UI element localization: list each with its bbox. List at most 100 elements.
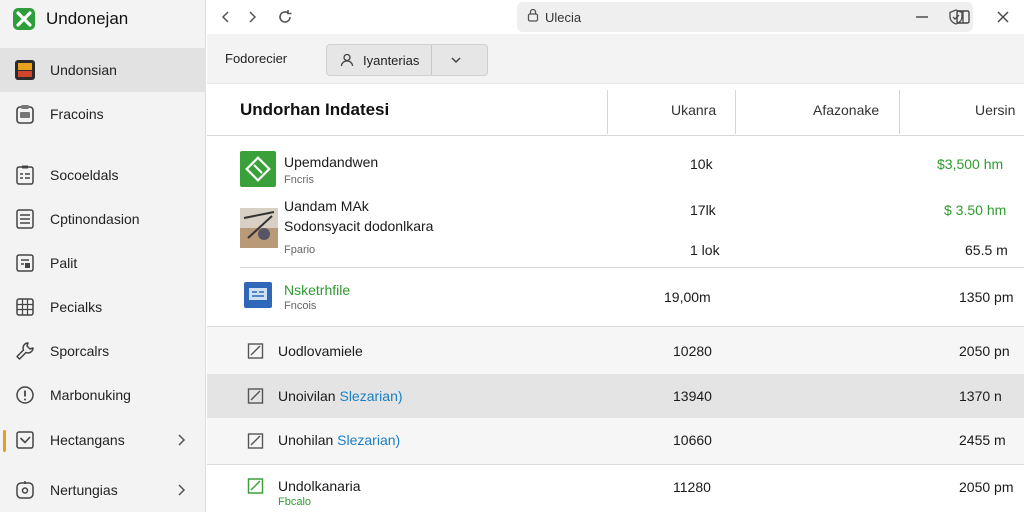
row-uersin-value-secondary: 65.5 m bbox=[965, 242, 1008, 258]
divider bbox=[431, 45, 432, 75]
row-uersin-value: 1350 pm bbox=[959, 289, 1014, 305]
column-divider bbox=[735, 90, 736, 134]
row-uersin-value: $3,500 hm bbox=[937, 156, 1004, 172]
row-ukanra-value: 17lk bbox=[690, 202, 716, 218]
sidebar-item-hectangans[interactable]: Hectangans bbox=[0, 418, 206, 462]
chevron-right-icon[interactable] bbox=[174, 433, 188, 447]
address-bar[interactable]: Ulecia bbox=[517, 2, 973, 32]
sidebar-item-undonsian[interactable]: Undonsian bbox=[0, 48, 206, 92]
refresh-icon[interactable] bbox=[274, 6, 296, 28]
address-text: Ulecia bbox=[545, 9, 582, 25]
app-tile-icon bbox=[12, 57, 38, 83]
checklist-icon bbox=[12, 162, 38, 188]
brand: Undonejan bbox=[12, 6, 128, 32]
row-uersin-value: 1370 n bbox=[959, 388, 1002, 404]
info-circle-icon bbox=[12, 382, 38, 408]
row-title-text: Unohilan bbox=[278, 432, 334, 448]
row-uersin-value: 2455 m bbox=[959, 432, 1006, 448]
row-ukanra-value: 11280 bbox=[673, 479, 711, 495]
minimize-icon[interactable] bbox=[911, 6, 933, 28]
sidebar-item-pecialks[interactable]: Pecialks bbox=[0, 285, 206, 329]
row-title: Uodlovamiele bbox=[278, 343, 363, 359]
sidebar-item-label: Marbonuking bbox=[50, 387, 131, 403]
clipboard-icon bbox=[12, 101, 38, 127]
edit-checkbox-icon[interactable] bbox=[247, 432, 265, 455]
edit-checkbox-icon[interactable] bbox=[247, 342, 265, 365]
green-app-icon bbox=[240, 151, 276, 187]
row-title-accent: Slezarian) bbox=[337, 432, 401, 448]
sidebar-item-cptinondasion[interactable]: Cptinondasion bbox=[0, 197, 206, 241]
row-title: Unohilan Slezarian) bbox=[278, 432, 400, 448]
chevron-right-icon[interactable] bbox=[174, 483, 188, 497]
row-title-text: Unoivilan bbox=[278, 388, 336, 404]
sidebar-item-label: Hectangans bbox=[50, 432, 125, 448]
table-row-selected[interactable]: Unoivilan Slezarian) 13940 1370 n bbox=[207, 374, 1024, 418]
sidebar-item-palit[interactable]: Palit bbox=[0, 241, 206, 285]
row-title-accent: Slezarian) bbox=[339, 388, 403, 404]
row-ukanra-value: 13940 bbox=[673, 388, 712, 404]
sidebar-item-marbonuking[interactable]: Marbonuking bbox=[0, 373, 206, 417]
row-subtitle: Fpario bbox=[284, 244, 316, 256]
maximize-icon[interactable] bbox=[952, 6, 974, 28]
title-bar: Ulecia bbox=[207, 0, 1024, 34]
row-title: Uandam MAk bbox=[284, 198, 369, 214]
sidebar-item-socoeldals[interactable]: Socoeldals bbox=[0, 153, 206, 197]
filter-dropdown[interactable]: Iyanterias bbox=[326, 44, 488, 76]
filter-text: Iyanterias bbox=[363, 52, 420, 68]
toolbar-label: Fodorecier bbox=[225, 51, 288, 66]
column-divider bbox=[607, 90, 608, 134]
table-row[interactable]: Nsketrhfile Fncois 19,00m 1350 pm bbox=[207, 268, 1024, 325]
app-window: Undonejan Undonsian Fracoins Socoeldals bbox=[0, 0, 1024, 512]
blue-app-icon bbox=[244, 282, 272, 308]
back-icon[interactable] bbox=[215, 6, 237, 28]
data-table: Undorhan Indatesi Ukanra Afazonake Uersi… bbox=[207, 84, 1024, 512]
forward-icon[interactable] bbox=[241, 6, 263, 28]
row-title: Undolkanaria bbox=[278, 478, 361, 494]
sidebar-item-sporcalrs[interactable]: Sporcalrs bbox=[0, 329, 206, 373]
sidebar-item-nertungias[interactable]: Nertungias bbox=[0, 468, 206, 512]
wrench-icon bbox=[12, 338, 38, 364]
chevron-down-icon[interactable] bbox=[449, 53, 463, 72]
column-header-main[interactable]: Undorhan Indatesi bbox=[240, 84, 389, 136]
column-header-uersin[interactable]: Uersin bbox=[975, 84, 1015, 136]
row-title: Upemdandwen bbox=[284, 154, 379, 170]
sidebar: Undonejan Undonsian Fracoins Socoeldals bbox=[0, 0, 206, 512]
table-row[interactable]: Unohilan Slezarian) 10660 2455 m bbox=[207, 418, 1024, 464]
edit-checkbox-icon[interactable] bbox=[247, 477, 265, 500]
app-logo-icon bbox=[12, 7, 36, 31]
row-ukanra-value: 10k bbox=[690, 156, 713, 172]
page-edit-icon bbox=[12, 250, 38, 276]
sidebar-item-fracoins[interactable]: Fracoins bbox=[0, 92, 206, 136]
column-divider bbox=[899, 90, 900, 134]
sidebar-item-label: Socoeldals bbox=[50, 167, 119, 183]
row-subtitle: Fbcalo bbox=[278, 496, 312, 508]
sidebar-item-label: Fracoins bbox=[50, 106, 104, 122]
edit-checkbox-icon[interactable] bbox=[247, 387, 265, 410]
document-icon bbox=[12, 206, 38, 232]
table-row[interactable]: Uandam MAk Sodonsyacit dodonlkara Fpario… bbox=[207, 190, 1024, 264]
row-title: Nsketrhfile bbox=[284, 282, 351, 298]
table-row[interactable]: Undolkanaria Fbcalo 11280 2050 pm bbox=[207, 464, 1024, 512]
table-row[interactable]: Uodlovamiele 10280 2050 pn bbox=[207, 326, 1024, 374]
settings-icon bbox=[12, 477, 38, 503]
close-icon[interactable] bbox=[992, 6, 1014, 28]
row-uersin-value: 2050 pm bbox=[959, 479, 1014, 495]
row-ukanra-value: 10280 bbox=[673, 343, 712, 359]
column-header-ukanra[interactable]: Ukanra bbox=[671, 84, 716, 136]
row-subtitle: Fncris bbox=[284, 174, 314, 186]
user-icon bbox=[335, 52, 359, 68]
toolbar: Fodorecier Iyanterias bbox=[207, 34, 1024, 84]
grid-icon bbox=[12, 294, 38, 320]
app-title: Undonejan bbox=[46, 9, 129, 28]
sidebar-item-label: Undonsian bbox=[50, 62, 117, 78]
column-header-afazonake[interactable]: Afazonake bbox=[813, 84, 879, 136]
row-uersin-value: $ 3.50 hm bbox=[944, 202, 1007, 218]
sidebar-item-label: Cptinondasion bbox=[50, 211, 140, 227]
table-row[interactable]: Upemdandwen Fncris 10k $3,500 hm bbox=[207, 138, 1024, 187]
row-uersin-value: 2050 pn bbox=[959, 343, 1010, 359]
checkbox-icon bbox=[12, 427, 38, 453]
thumbnail-image bbox=[240, 208, 278, 248]
sidebar-item-label: Pecialks bbox=[50, 299, 103, 315]
row-subtitle: Fncois bbox=[284, 300, 317, 312]
row-title: Unoivilan Slezarian) bbox=[278, 388, 403, 404]
